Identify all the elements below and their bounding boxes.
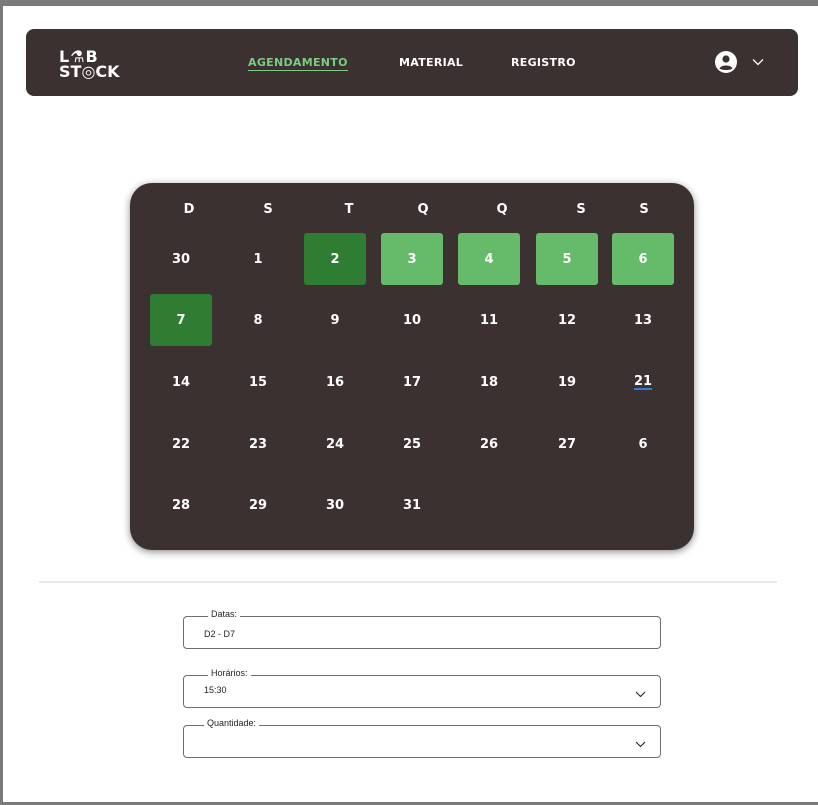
calendar-day-label: 30: [171, 251, 191, 267]
chevron-down-icon[interactable]: [635, 691, 646, 698]
horarios-label: Horários:: [208, 668, 251, 678]
calendar-day-label: 13: [633, 312, 653, 328]
calendar-day-label: 6: [638, 436, 648, 452]
user-account-icon[interactable]: [715, 51, 737, 73]
calendar-day[interactable]: 13: [612, 294, 674, 346]
horarios-value: 15:30: [204, 685, 227, 695]
calendar-day[interactable]: 8: [227, 294, 289, 346]
calendar-day[interactable]: 23: [227, 418, 289, 470]
calendar-day-label: 5: [562, 251, 572, 267]
calendar-day[interactable]: 25: [381, 418, 443, 470]
logo-line-2: ST◎CK: [59, 62, 120, 81]
calendar-day[interactable]: 30: [150, 233, 212, 285]
calendar-day-label: 24: [325, 436, 345, 452]
calendar-day-label: 28: [171, 497, 191, 513]
calendar-day[interactable]: 22: [150, 418, 212, 470]
calendar-day[interactable]: 3: [381, 233, 443, 285]
calendar-day-label: 2: [330, 251, 340, 267]
quantidade-label: Quantidade:: [204, 718, 260, 728]
calendar-day-label: 14: [171, 374, 191, 390]
calendar-day-label: 21: [633, 373, 653, 390]
calendar-day[interactable]: 17: [381, 356, 443, 408]
calendar-day-label: 30: [325, 497, 345, 513]
calendar-day-label: 10: [402, 312, 422, 328]
calendar-day-label: 15: [248, 374, 268, 390]
top-navbar: L⚗B ST◎CK AGENDAMENTO MATERIAL REGISTRO: [26, 29, 798, 96]
calendar-day-label: 7: [176, 312, 186, 328]
weekday-header: Q: [417, 202, 429, 217]
calendar-day-label: 29: [248, 497, 268, 513]
calendar-day-label: 8: [253, 312, 263, 328]
calendar-day[interactable]: 21: [612, 356, 674, 408]
weekday-header: S: [576, 202, 586, 217]
calendar-day[interactable]: 18: [458, 356, 520, 408]
calendar-day-label: 9: [330, 312, 340, 328]
calendar-day-label: 4: [484, 251, 494, 267]
calendar-day-label: 25: [402, 436, 422, 452]
nav-link-registro[interactable]: REGISTRO: [511, 56, 576, 69]
calendar-day-label: 16: [325, 374, 345, 390]
calendar-day-label: 26: [479, 436, 499, 452]
calendar-day[interactable]: 7: [150, 294, 212, 346]
calendar-day-label: 1: [253, 251, 263, 267]
calendar-day[interactable]: 1: [227, 233, 289, 285]
calendar-day[interactable]: 31: [381, 479, 443, 531]
calendar-day[interactable]: 14: [150, 356, 212, 408]
chevron-down-icon[interactable]: [635, 741, 646, 748]
calendar-day-label: 11: [479, 312, 499, 328]
calendar-day[interactable]: 2: [304, 233, 366, 285]
calendar-panel: D S T Q Q S S 30 1 2 3 4 5 6 7 8 9 10 11 12 13 14 15 16 17 18 19 21…: [130, 183, 694, 550]
calendar-day[interactable]: 26: [458, 418, 520, 470]
calendar-day[interactable]: 10: [381, 294, 443, 346]
calendar-day[interactable]: 15: [227, 356, 289, 408]
weekday-header: Q: [496, 202, 508, 217]
calendar-day[interactable]: 24: [304, 418, 366, 470]
nav-link-agendamento[interactable]: AGENDAMENTO: [248, 56, 348, 71]
calendar-day-label: 12: [557, 312, 577, 328]
weekday-header: S: [263, 202, 273, 217]
weekday-header: T: [344, 202, 354, 217]
horarios-select[interactable]: Horários: 15:30: [183, 668, 661, 708]
calendar-day[interactable]: 29: [227, 479, 289, 531]
calendar-day-label: 6: [638, 251, 648, 267]
weekday-header: S: [639, 202, 649, 217]
calendar-day[interactable]: 4: [458, 233, 520, 285]
calendar-day[interactable]: 28: [150, 479, 212, 531]
calendar-day[interactable]: 6: [612, 233, 674, 285]
calendar-day-label: 17: [402, 374, 422, 390]
calendar-day[interactable]: 30: [304, 479, 366, 531]
calendar-day[interactable]: 16: [304, 356, 366, 408]
calendar-day[interactable]: 27: [536, 418, 598, 470]
calendar-day[interactable]: 11: [458, 294, 520, 346]
labstock-logo[interactable]: L⚗B ST◎CK: [59, 47, 127, 81]
calendar-day-label: 3: [407, 251, 417, 267]
nav-link-material[interactable]: MATERIAL: [399, 56, 463, 69]
divider: [39, 581, 777, 583]
calendar-day[interactable]: 19: [536, 356, 598, 408]
calendar-day-label: 27: [557, 436, 577, 452]
calendar-day-label: 18: [479, 374, 499, 390]
chevron-down-icon[interactable]: [752, 58, 764, 66]
calendar-day[interactable]: 6: [612, 418, 674, 470]
datas-field[interactable]: Datas: D2 - D7: [183, 609, 661, 649]
weekday-header: D: [183, 202, 195, 217]
calendar-day[interactable]: 9: [304, 294, 366, 346]
calendar-day[interactable]: 12: [536, 294, 598, 346]
calendar-day-label: 19: [557, 374, 577, 390]
page: L⚗B ST◎CK AGENDAMENTO MATERIAL REGISTRO …: [3, 6, 818, 802]
calendar-day-label: 31: [402, 497, 422, 513]
calendar-day[interactable]: 5: [536, 233, 598, 285]
calendar-day-label: 22: [171, 436, 191, 452]
calendar-day-label: 23: [248, 436, 268, 452]
datas-value: D2 - D7: [204, 629, 236, 639]
datas-label: Datas:: [208, 609, 241, 619]
quantidade-select[interactable]: Quantidade:: [183, 718, 661, 758]
